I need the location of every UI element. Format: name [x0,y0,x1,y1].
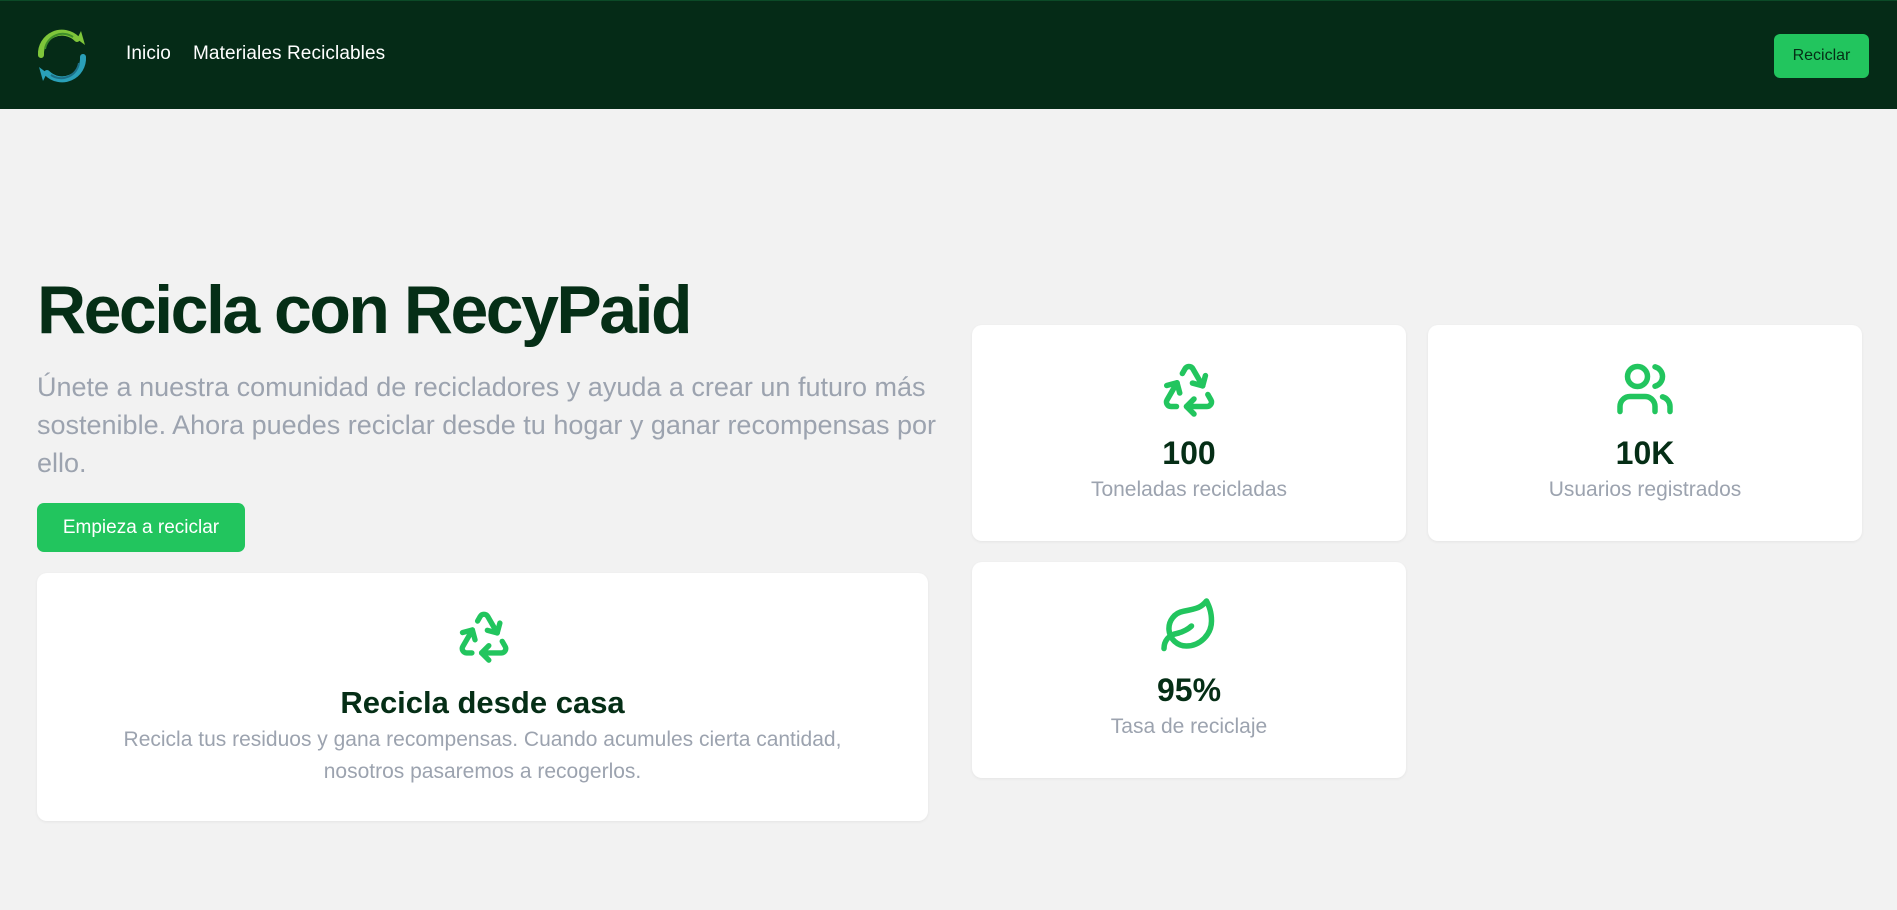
stat-card-toneladas: 100 Toneladas recicladas [972,325,1406,541]
stat-card-tasa: 95% Tasa de reciclaje [972,562,1406,778]
feature-description: Recicla tus residuos y gana recompensas.… [123,728,842,783]
navbar: Inicio Materiales Reciclables Reciclar [0,0,1897,109]
recycle-icon [1159,359,1219,419]
stat-card-usuarios: 10K Usuarios registrados [1428,325,1862,541]
recycle-icon [455,607,513,665]
nav-links: Inicio Materiales Reciclables [126,43,385,65]
start-recycling-button[interactable]: Empieza a reciclar [37,503,245,552]
hero-title: Recicla con RecyPaid [37,272,693,348]
stat-value: 10K [1615,435,1675,471]
stat-label: Usuarios registrados [1548,478,1742,501]
reciclar-button[interactable]: Reciclar [1774,34,1869,78]
nav-link-materiales-reciclables[interactable]: Materiales Reciclables [193,43,385,65]
nav-link-inicio[interactable]: Inicio [126,43,171,65]
stat-label: Tasa de reciclaje [1110,715,1268,738]
feature-title: Recicla desde casa [340,685,625,720]
feature-card: Recicla desde casa Recicla tus residuos … [37,573,928,821]
stat-value: 100 [1162,435,1216,471]
leaf-icon [1159,596,1219,656]
stat-value: 95% [1156,672,1222,708]
stat-label: Toneladas recicladas [1090,478,1288,501]
users-icon [1615,359,1675,419]
hero-description: Únete a nuestra comunidad de recicladore… [37,372,937,478]
recycle-logo-icon[interactable] [33,25,91,87]
